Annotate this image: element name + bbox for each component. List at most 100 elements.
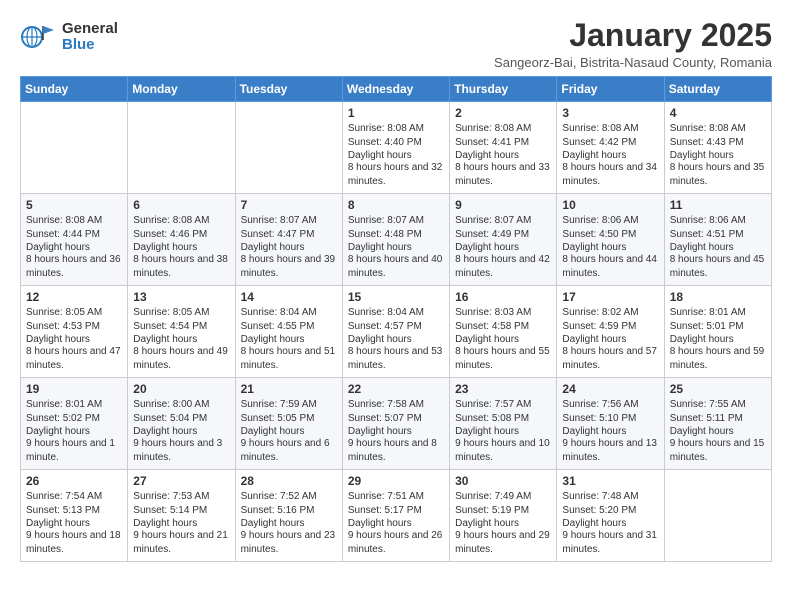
- day-number: 3: [562, 106, 658, 120]
- day-number: 19: [26, 382, 122, 396]
- calendar-cell: 20Sunrise: 8:00 AMSunset: 5:04 PMDayligh…: [128, 378, 235, 470]
- sun-info: Sunrise: 8:02 AM: [562, 306, 658, 320]
- day-header-sunday: Sunday: [21, 77, 128, 102]
- sun-info: Sunset: 4:51 PM: [670, 228, 766, 242]
- daylight-value: 8 hours hours and 55 minutes.: [455, 345, 551, 373]
- sun-info: Sunset: 5:04 PM: [133, 412, 229, 426]
- sun-info: Sunset: 5:14 PM: [133, 504, 229, 518]
- calendar-cell: 2Sunrise: 8:08 AMSunset: 4:41 PMDaylight…: [450, 102, 557, 194]
- location-subtitle: Sangeorz-Bai, Bistrita-Nasaud County, Ro…: [494, 55, 772, 70]
- sun-info: Sunrise: 8:08 AM: [348, 122, 444, 136]
- calendar-cell: 28Sunrise: 7:52 AMSunset: 5:16 PMDayligh…: [235, 470, 342, 562]
- sun-info: Sunrise: 7:59 AM: [241, 398, 337, 412]
- daylight-label: Daylight hours: [562, 242, 658, 253]
- day-number: 22: [348, 382, 444, 396]
- sun-info: Sunset: 5:16 PM: [241, 504, 337, 518]
- sun-info: Sunset: 5:02 PM: [26, 412, 122, 426]
- calendar-cell: 6Sunrise: 8:08 AMSunset: 4:46 PMDaylight…: [128, 194, 235, 286]
- calendar-cell: [664, 470, 771, 562]
- calendar-cell: 26Sunrise: 7:54 AMSunset: 5:13 PMDayligh…: [21, 470, 128, 562]
- day-number: 16: [455, 290, 551, 304]
- sun-info: Sunrise: 7:49 AM: [455, 490, 551, 504]
- daylight-label: Daylight hours: [241, 518, 337, 529]
- daylight-label: Daylight hours: [455, 426, 551, 437]
- day-number: 15: [348, 290, 444, 304]
- calendar-cell: 13Sunrise: 8:05 AMSunset: 4:54 PMDayligh…: [128, 286, 235, 378]
- sun-info: Sunrise: 8:04 AM: [241, 306, 337, 320]
- day-number: 9: [455, 198, 551, 212]
- sun-info: Sunset: 4:42 PM: [562, 136, 658, 150]
- sun-info: Sunrise: 8:08 AM: [26, 214, 122, 228]
- sun-info: Sunset: 4:47 PM: [241, 228, 337, 242]
- sun-info: Sunrise: 7:56 AM: [562, 398, 658, 412]
- day-number: 20: [133, 382, 229, 396]
- sun-info: Sunset: 4:54 PM: [133, 320, 229, 334]
- day-number: 31: [562, 474, 658, 488]
- daylight-value: 9 hours hours and 23 minutes.: [241, 529, 337, 557]
- daylight-label: Daylight hours: [562, 518, 658, 529]
- calendar-cell: 31Sunrise: 7:48 AMSunset: 5:20 PMDayligh…: [557, 470, 664, 562]
- sun-info: Sunset: 5:07 PM: [348, 412, 444, 426]
- daylight-value: 8 hours hours and 44 minutes.: [562, 253, 658, 281]
- calendar-week-2: 5Sunrise: 8:08 AMSunset: 4:44 PMDaylight…: [21, 194, 772, 286]
- day-number: 5: [26, 198, 122, 212]
- daylight-value: 8 hours hours and 40 minutes.: [348, 253, 444, 281]
- daylight-value: 8 hours hours and 47 minutes.: [26, 345, 122, 373]
- daylight-value: 8 hours hours and 59 minutes.: [670, 345, 766, 373]
- calendar-cell: 1Sunrise: 8:08 AMSunset: 4:40 PMDaylight…: [342, 102, 449, 194]
- day-header-tuesday: Tuesday: [235, 77, 342, 102]
- sun-info: Sunset: 5:08 PM: [455, 412, 551, 426]
- calendar-cell: 24Sunrise: 7:56 AMSunset: 5:10 PMDayligh…: [557, 378, 664, 470]
- logo-text: General Blue: [62, 21, 118, 54]
- day-number: 1: [348, 106, 444, 120]
- sun-info: Sunset: 4:40 PM: [348, 136, 444, 150]
- sun-info: Sunset: 5:19 PM: [455, 504, 551, 518]
- daylight-label: Daylight hours: [455, 518, 551, 529]
- sun-info: Sunset: 5:13 PM: [26, 504, 122, 518]
- daylight-value: 9 hours hours and 21 minutes.: [133, 529, 229, 557]
- sun-info: Sunset: 5:05 PM: [241, 412, 337, 426]
- calendar-cell: 17Sunrise: 8:02 AMSunset: 4:59 PMDayligh…: [557, 286, 664, 378]
- day-number: 14: [241, 290, 337, 304]
- daylight-label: Daylight hours: [241, 334, 337, 345]
- day-number: 17: [562, 290, 658, 304]
- calendar-cell: 4Sunrise: 8:08 AMSunset: 4:43 PMDaylight…: [664, 102, 771, 194]
- sun-info: Sunrise: 8:08 AM: [455, 122, 551, 136]
- calendar-cell: 27Sunrise: 7:53 AMSunset: 5:14 PMDayligh…: [128, 470, 235, 562]
- daylight-label: Daylight hours: [455, 334, 551, 345]
- daylight-value: 8 hours hours and 57 minutes.: [562, 345, 658, 373]
- calendar-cell: 3Sunrise: 8:08 AMSunset: 4:42 PMDaylight…: [557, 102, 664, 194]
- calendar-cell: 19Sunrise: 8:01 AMSunset: 5:02 PMDayligh…: [21, 378, 128, 470]
- calendar-cell: 25Sunrise: 7:55 AMSunset: 5:11 PMDayligh…: [664, 378, 771, 470]
- daylight-label: Daylight hours: [133, 426, 229, 437]
- calendar-cell: 10Sunrise: 8:06 AMSunset: 4:50 PMDayligh…: [557, 194, 664, 286]
- daylight-label: Daylight hours: [670, 334, 766, 345]
- month-title: January 2025: [494, 18, 772, 53]
- day-number: 2: [455, 106, 551, 120]
- sun-info: Sunrise: 7:52 AM: [241, 490, 337, 504]
- calendar-week-3: 12Sunrise: 8:05 AMSunset: 4:53 PMDayligh…: [21, 286, 772, 378]
- daylight-label: Daylight hours: [241, 426, 337, 437]
- calendar-cell: [21, 102, 128, 194]
- daylight-value: 9 hours hours and 13 minutes.: [562, 437, 658, 465]
- sun-info: Sunrise: 8:08 AM: [133, 214, 229, 228]
- sun-info: Sunrise: 8:08 AM: [670, 122, 766, 136]
- daylight-value: 8 hours hours and 49 minutes.: [133, 345, 229, 373]
- daylight-label: Daylight hours: [348, 334, 444, 345]
- logo-icon: [20, 18, 58, 56]
- sun-info: Sunset: 4:46 PM: [133, 228, 229, 242]
- daylight-value: 9 hours hours and 1 minute.: [26, 437, 122, 465]
- calendar-week-4: 19Sunrise: 8:01 AMSunset: 5:02 PMDayligh…: [21, 378, 772, 470]
- sun-info: Sunrise: 7:48 AM: [562, 490, 658, 504]
- daylight-value: 8 hours hours and 45 minutes.: [670, 253, 766, 281]
- calendar-cell: 11Sunrise: 8:06 AMSunset: 4:51 PMDayligh…: [664, 194, 771, 286]
- day-number: 21: [241, 382, 337, 396]
- sun-info: Sunrise: 8:05 AM: [133, 306, 229, 320]
- daylight-value: 9 hours hours and 29 minutes.: [455, 529, 551, 557]
- sun-info: Sunset: 4:48 PM: [348, 228, 444, 242]
- calendar-cell: 21 Sunrise: 7:59 AMSunset: 5:05 PMDayligh…: [235, 378, 342, 470]
- logo-general-text: General: [62, 21, 118, 38]
- sun-info: Sunset: 5:01 PM: [670, 320, 766, 334]
- calendar-week-1: 1Sunrise: 8:08 AMSunset: 4:40 PMDaylight…: [21, 102, 772, 194]
- daylight-label: Daylight hours: [133, 334, 229, 345]
